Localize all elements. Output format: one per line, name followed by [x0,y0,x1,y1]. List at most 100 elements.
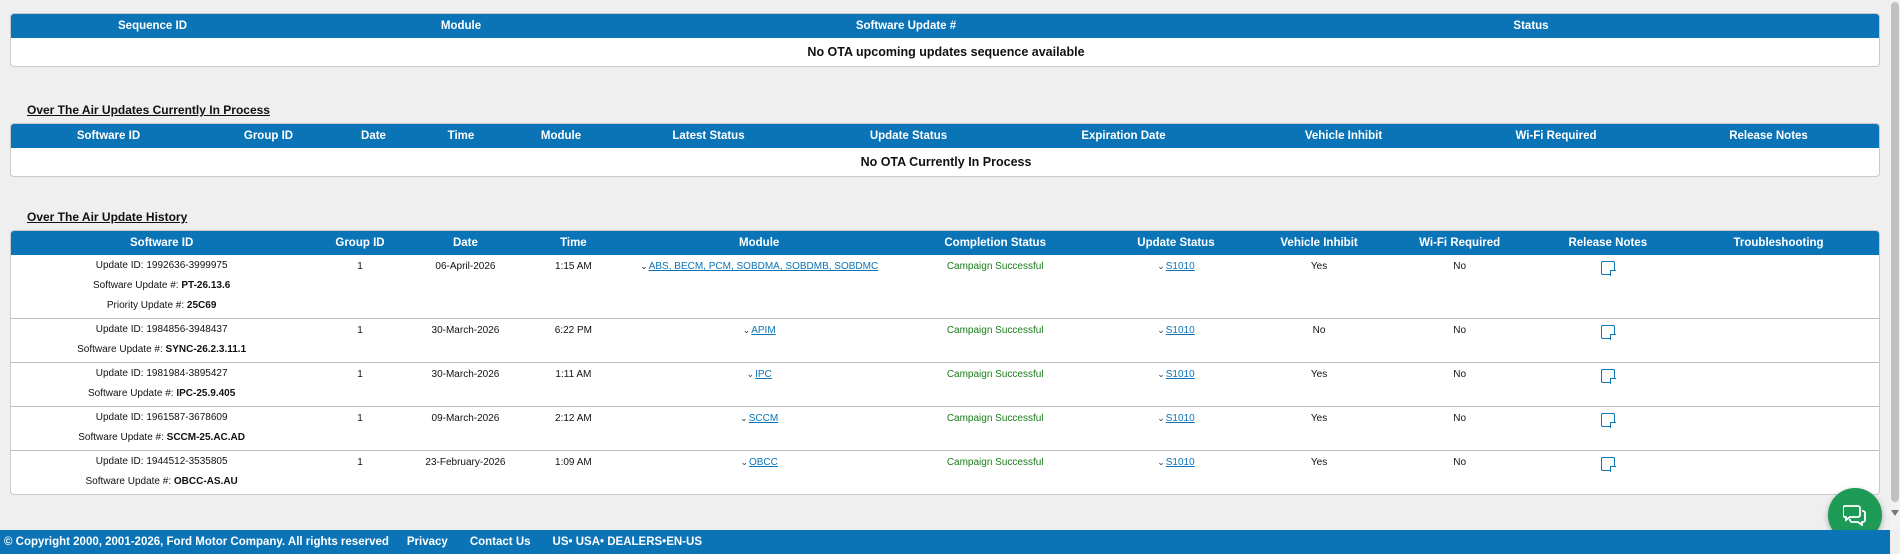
upcoming-empty-message: No OTA upcoming updates sequence availab… [807,45,1085,59]
group-id-cell: 1 [357,412,363,424]
table-row: Update ID: 1981984-3895427 Software Upda… [11,362,1879,406]
table-row: Update ID: 1961587-3678609 Software Upda… [11,406,1879,450]
col-software-update: Software Update # [855,20,957,32]
in-process-header-row: Software ID Group ID Date Time Module La… [11,124,1879,148]
software-id-cell: Update ID: 1981984-3895427 Software Upda… [11,362,312,406]
date-cell: 23-February-2026 [425,456,506,468]
chevron-down-icon[interactable]: ⌄ [1157,413,1165,424]
module-link[interactable]: ABS, BECM, PCM, SOBDMA, SOBDMB, SOBDMC [649,261,878,272]
col-update-status: Update Status [869,130,948,142]
upcoming-updates-table: Sequence ID Module Software Update # Sta… [10,13,1880,67]
chevron-down-icon[interactable]: ⌄ [743,325,751,336]
chevron-down-icon[interactable]: ⌄ [1157,261,1165,272]
update-id-value: 1944512-3535805 [146,455,228,467]
chevron-down-icon[interactable]: ⌄ [640,261,648,272]
col-wifi-required: Wi-Fi Required [1419,237,1501,249]
module-link[interactable]: APIM [751,325,775,336]
completion-status-cell: Campaign Successful [946,261,1044,272]
wifi-required-cell: No [1453,456,1467,468]
chat-icon [1843,505,1866,526]
release-notes-cell [1537,406,1678,450]
update-status-cell: ⌄S1010 [1096,255,1257,318]
time-cell: 2:12 AM [555,412,592,424]
time-cell: 1:09 AM [555,456,592,468]
software-update-value: IPC-25.9.405 [176,387,236,399]
col-release-notes: Release Notes [1729,130,1808,142]
history-title: Over The Air Update History [27,210,188,224]
software-update-label: Software Update #: [92,280,179,291]
col-module: Module [440,20,482,32]
update-status-link[interactable]: S1010 [1166,261,1195,272]
col-time: Time [447,130,475,142]
software-id-cell: Update ID: 1944512-3535805 Software Upda… [11,450,312,494]
contact-us-link[interactable]: Contact Us [470,536,531,548]
software-id-cell: Update ID: 1992636-3999975 Software Upda… [11,255,312,318]
module-cell: ⌄OBCC [624,450,895,494]
update-id-label: Update ID: [95,323,144,335]
chevron-down-icon[interactable]: ⌄ [740,413,748,424]
note-icon[interactable] [1600,412,1616,428]
troubleshooting-cell [1678,450,1879,494]
vehicle-inhibit-cell: Yes [1310,368,1328,380]
table-row: Update ID: 1992636-3999975 Software Upda… [11,255,1879,318]
troubleshooting-cell [1678,318,1879,362]
table-row: Update ID: 1984856-3948437 Software Upda… [11,318,1879,362]
col-completion-status: Completion Status [944,237,1046,249]
wifi-required-cell: No [1453,261,1467,272]
note-icon[interactable] [1600,368,1616,384]
update-status-cell: ⌄S1010 [1096,450,1257,494]
privacy-link[interactable]: Privacy [407,536,448,548]
update-status-link[interactable]: S1010 [1166,457,1195,468]
software-update-value: SCCM-25.AC.AD [166,431,245,443]
scroll-down-arrow-icon[interactable] [1891,510,1899,516]
note-icon[interactable] [1600,456,1616,472]
chevron-down-icon[interactable]: ⌄ [1157,325,1165,336]
priority-update-label: Priority Update #: [106,300,185,311]
update-id-label: Update ID: [95,367,144,379]
col-troubleshooting: Troubleshooting [1733,237,1824,249]
vertical-scrollbar[interactable] [1890,0,1900,530]
software-update-value: OBCC-AS.AU [173,475,238,487]
release-notes-cell [1537,255,1678,318]
update-status-cell: ⌄S1010 [1096,318,1257,362]
group-id-cell: 1 [357,456,363,468]
module-cell: ⌄ABS, BECM, PCM, SOBDMA, SOBDMB, SOBDMC [624,255,895,318]
note-icon[interactable] [1600,324,1616,340]
col-date: Date [452,237,478,249]
scrollbar-thumb[interactable] [1891,2,1899,502]
update-id-value: 1981984-3895427 [146,367,228,379]
col-release-notes: Release Notes [1568,237,1648,249]
date-cell: 30-March-2026 [431,368,500,380]
history-header-row: Software ID Group ID Date Time Module Co… [11,231,1879,255]
locale-link[interactable]: US• USA• DEALERS•EN-US [553,536,702,548]
update-status-link[interactable]: S1010 [1166,413,1195,424]
module-link[interactable]: OBCC [749,457,778,468]
chevron-down-icon[interactable]: ⌄ [740,457,748,468]
module-cell: ⌄IPC [624,362,895,406]
module-link[interactable]: SCCM [749,413,778,424]
note-icon[interactable] [1600,261,1616,276]
col-module: Module [739,237,780,249]
upcoming-header-row: Sequence ID Module Software Update # Sta… [11,14,1879,38]
completion-status-cell: Campaign Successful [946,412,1044,424]
completion-status-cell: Campaign Successful [946,368,1044,380]
module-cell: ⌄SCCM [624,406,895,450]
col-software-id: Software ID [76,130,141,142]
chevron-down-icon[interactable]: ⌄ [747,369,755,380]
wifi-required-cell: No [1453,412,1467,424]
col-sequence-id: Sequence ID [118,20,188,32]
module-link[interactable]: IPC [755,369,772,380]
software-update-value: SYNC-26.2.3.11.1 [165,343,247,355]
chevron-down-icon[interactable]: ⌄ [1157,369,1165,380]
update-status-link[interactable]: S1010 [1166,325,1195,336]
wifi-required-cell: No [1453,324,1467,336]
copyright-text: © Copyright 2000, 2001-2026, Ford Motor … [4,536,389,548]
chevron-down-icon[interactable]: ⌄ [1157,457,1165,468]
software-update-value: PT-26.13.6 [181,280,231,291]
col-group-id: Group ID [243,130,294,142]
footer: © Copyright 2000, 2001-2026, Ford Motor … [0,530,1890,554]
group-id-cell: 1 [357,324,363,336]
software-id-cell: Update ID: 1961587-3678609 Software Upda… [11,406,312,450]
update-status-link[interactable]: S1010 [1166,369,1195,380]
page-content: Sequence ID Module Software Update # Sta… [10,0,1880,495]
